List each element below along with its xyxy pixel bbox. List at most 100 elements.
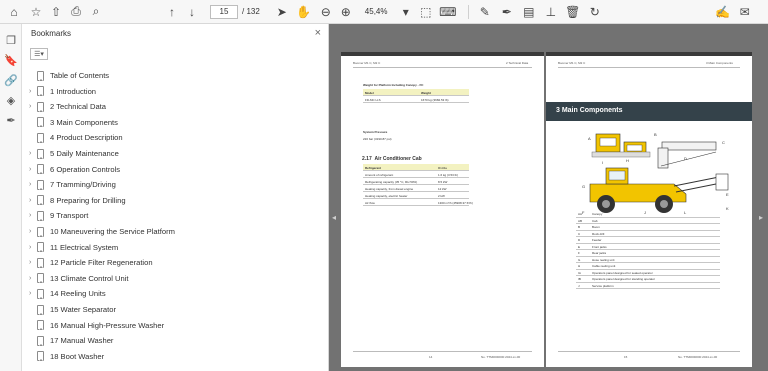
page-down-icon[interactable]: ↓ [184,4,200,20]
chapter-title: 3 Main Components [556,107,623,114]
chevron-right-icon[interactable]: › [29,244,36,251]
bookmark-icon [37,70,44,81]
bookmark-item[interactable]: › 6 Operation Controls [22,162,318,177]
bookmark-item[interactable]: › 2 Technical Data [22,99,318,114]
document-viewer[interactable]: ◂ ▸ Boomer M1 C, M2 C 2 Technical Data W… [329,24,768,371]
bookmark-item[interactable]: › 9 Transport [22,208,318,223]
comment-icon[interactable]: ✎ [477,4,493,20]
bookmark-item[interactable]: › 12 Particle Filter Regeneration [22,255,318,270]
signature-panel-icon[interactable]: ✒ [3,112,19,128]
layers-icon[interactable]: ◈ [3,92,19,108]
bookmark-label[interactable]: 4 Product Description [50,133,123,142]
chevron-right-icon[interactable]: › [29,88,36,95]
rotate-icon[interactable]: ↻ [587,4,603,20]
chevron-right-icon[interactable]: › [29,212,36,219]
bookmark-item[interactable]: › 5 Daily Maintenance [22,146,318,161]
bookmark-item[interactable]: 18 Boot Washer [22,349,318,364]
bookmark-label[interactable]: Table of Contents [50,71,109,80]
chevron-right-icon[interactable]: › [29,290,36,297]
bookmark-icon [37,242,44,253]
zoom-in-icon[interactable]: ⊕ [338,4,354,20]
bookmark-icon [37,288,44,299]
sign-icon[interactable]: ✍ [715,4,731,20]
bookmark-icon [37,86,44,97]
page-top-bar [546,52,752,56]
chevron-right-icon[interactable]: › [29,197,36,204]
bookmark-label[interactable]: 13 Climate Control Unit [50,274,129,283]
bookmark-label[interactable]: 15 Water Separator [50,305,116,314]
zoom-out-icon[interactable]: ⊖ [318,4,334,20]
page-number-input[interactable]: 15 [210,4,238,19]
zoom-dropdown-icon[interactable]: ▾ [398,4,414,20]
select-cursor-icon[interactable]: ➤ [274,4,290,20]
fit-page-icon[interactable]: ⬚ [418,4,434,20]
bookmark-item[interactable]: 15 Water Separator [22,302,318,317]
bookmark-label[interactable]: 6 Operation Controls [50,165,120,174]
bookmarks-icon[interactable]: 🔖 [3,52,19,68]
weight-title: Weight for Platform Including Canopy - F… [363,83,424,87]
pen-icon[interactable]: ✒ [499,4,515,20]
bookmark-options-button[interactable]: ☰▾ [30,48,48,60]
chevron-right-icon[interactable]: › [29,259,36,266]
chevron-right-icon[interactable]: › [29,181,36,188]
chevron-right-icon[interactable]: › [29,103,36,110]
bookmark-label[interactable]: 3 Main Components [50,118,118,127]
bookmarks-title: Bookmarks [31,29,72,38]
hand-tool-icon[interactable]: ✋ [296,4,312,20]
carrier-illustration [589,167,729,213]
bookmark-item[interactable]: 16 Manual High-Pressure Washer [22,318,318,333]
bookmark-item[interactable]: › 14 Reeling Units [22,286,318,301]
figure-letter-b: B [654,132,657,137]
stamp-icon[interactable]: ⊥ [543,4,559,20]
upload-icon[interactable]: ⇧ [48,4,64,20]
bookmark-label[interactable]: 8 Preparing for Drilling [50,196,126,205]
home-icon[interactable]: ⌂ [6,4,22,20]
bookmark-icon [37,148,44,159]
table-header-cell: Refrigerant [365,166,382,170]
previous-page-icon[interactable]: ◂ [332,213,337,223]
bookmark-label[interactable]: 10 Maneuvering the Service Platform [50,227,175,236]
figure-letter-a: A [588,136,591,141]
bookmark-label[interactable]: 1 Introduction [50,87,96,96]
share-mail-icon[interactable]: ✉ [737,4,753,20]
attachments-icon[interactable]: 🔗 [3,72,19,88]
bookmark-label[interactable]: 5 Daily Maintenance [50,149,119,158]
bookmark-item[interactable]: › 1 Introduction [22,84,318,99]
bookmark-item[interactable]: 3 Main Components [22,115,318,130]
chevron-right-icon[interactable]: › [29,275,36,282]
bookmark-item[interactable]: › 8 Preparing for Drilling [22,193,318,208]
bookmark-item[interactable]: › 7 Tramming/Driving [22,177,318,192]
chevron-right-icon[interactable]: › [29,166,36,173]
table-header-cell: Weight [421,91,431,95]
page-header-right: 2 Technical Data [506,61,529,65]
bookmark-label[interactable]: 2 Technical Data [50,102,106,111]
zoom-level[interactable]: 45,4% [364,5,394,19]
page-thumbnails-icon[interactable]: ❐ [3,32,19,48]
print-icon[interactable]: ⎙ [68,4,84,20]
page-up-icon[interactable]: ↑ [164,4,180,20]
bookmark-label[interactable]: 16 Manual High-Pressure Washer [50,321,164,330]
delete-icon[interactable]: 🗑 [565,4,581,20]
search-icon[interactable]: ⌕ [88,4,104,20]
bookmark-item[interactable]: Table of Contents [22,68,318,83]
bookmark-item[interactable]: 4 Product Description [22,130,318,145]
bookmark-item[interactable]: › 13 Climate Control Unit [22,271,318,286]
bookmark-label[interactable]: 17 Manual Washer [50,336,113,345]
bookmark-label[interactable]: 14 Reeling Units [50,289,106,298]
close-icon[interactable]: × [315,27,321,39]
bookmark-label[interactable]: 7 Tramming/Driving [50,180,116,189]
keyboard-icon[interactable]: ⌨ [439,4,456,20]
chevron-right-icon[interactable]: › [29,228,36,235]
bookmark-label[interactable]: 9 Transport [50,211,88,220]
highlight-icon[interactable]: ▤ [521,4,537,20]
chevron-right-icon[interactable]: › [29,150,36,157]
bookmark-star-icon[interactable]: ☆ [28,4,44,20]
bookmark-label[interactable]: 18 Boot Washer [50,352,104,361]
table-cell: Heating capacity, from diesel engine [365,187,414,191]
bookmark-label[interactable]: 11 Electrical System [50,243,118,252]
next-page-icon[interactable]: ▸ [759,213,764,223]
bookmark-item[interactable]: › 11 Electrical System [22,240,318,255]
bookmark-label[interactable]: 12 Particle Filter Regeneration [50,258,153,267]
bookmark-item[interactable]: 17 Manual Washer [22,333,318,348]
bookmark-item[interactable]: › 10 Maneuvering the Service Platform [22,224,318,239]
